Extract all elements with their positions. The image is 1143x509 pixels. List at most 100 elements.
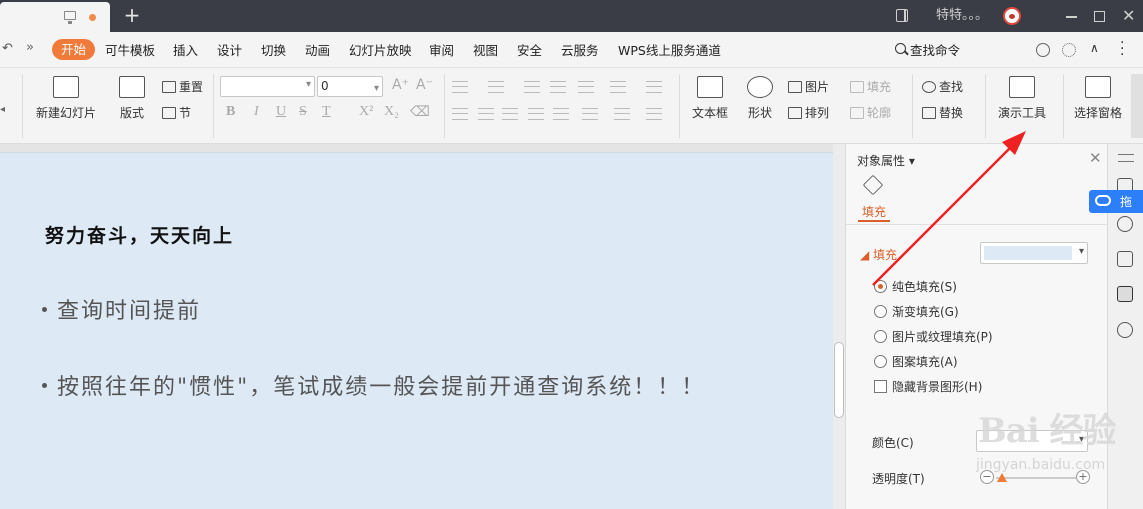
- arrange-button[interactable]: 排列: [788, 104, 829, 122]
- bold-icon[interactable]: B: [226, 104, 235, 120]
- gradient-fill-radio[interactable]: [874, 305, 887, 318]
- hide-background-checkbox[interactable]: [874, 380, 887, 393]
- justify-icon[interactable]: [528, 108, 544, 120]
- menu-item-view[interactable]: 视图: [473, 41, 498, 60]
- slide[interactable]: 努力奋斗，天天向上 查询时间提前 按照往年的"惯性"，笔试成绩一般会提前开通查询…: [0, 152, 833, 509]
- ribbon-scroll-right[interactable]: [1131, 74, 1143, 138]
- ribbon: ◂ 新建幻灯片 版式 重置 节 0 A⁺ A⁻ B I U S T X² X₂ …: [0, 68, 1143, 144]
- menu-item-slideshow[interactable]: 幻灯片放映: [349, 41, 412, 60]
- bullets-icon[interactable]: [452, 81, 468, 93]
- editing-canvas[interactable]: 努力奋斗，天天向上 查询时间提前 按照往年的"惯性"，笔试成绩一般会提前开通查询…: [0, 144, 833, 509]
- user-name[interactable]: 特特。。。: [936, 0, 988, 32]
- text-box-button[interactable]: 文本框: [686, 76, 734, 121]
- strikethrough-icon[interactable]: S: [299, 104, 307, 120]
- new-slide-button[interactable]: 新建幻灯片: [34, 76, 98, 121]
- fill-bucket-icon[interactable]: [862, 174, 884, 196]
- new-tab-button[interactable]: +: [122, 4, 142, 26]
- menu-item-transitions[interactable]: 切换: [261, 41, 286, 60]
- outline-button[interactable]: 轮廓: [850, 104, 891, 122]
- close-window-button[interactable]: ✕: [1122, 0, 1138, 32]
- increase-indent-icon[interactable]: [550, 81, 566, 93]
- solid-fill-radio[interactable]: [874, 280, 887, 293]
- layout-button[interactable]: 版式: [114, 76, 150, 121]
- line-spacing-icon[interactable]: [610, 81, 626, 93]
- vertical-align-icon[interactable]: [614, 108, 630, 120]
- bullet-item[interactable]: 按照往年的"惯性"，笔试成绩一般会提前开通查询系统！！！: [42, 369, 705, 401]
- selection-pane-button[interactable]: 选择窗格: [1072, 76, 1124, 121]
- font-color-icon[interactable]: T: [322, 104, 331, 120]
- gradient-fill-option[interactable]: 渐变填充(G): [874, 304, 959, 320]
- font-size-select[interactable]: 0: [317, 76, 383, 98]
- font-grow-icon[interactable]: A⁺: [392, 77, 409, 93]
- share-icon[interactable]: [1117, 216, 1133, 232]
- subscript-icon[interactable]: X₂: [384, 104, 399, 120]
- ribbon-scroll-left-icon[interactable]: ◂: [0, 104, 5, 115]
- pattern-fill-radio[interactable]: [874, 355, 887, 368]
- decrease-indent-icon[interactable]: [524, 81, 540, 93]
- tab-fill[interactable]: 填充: [862, 203, 886, 220]
- reading-mode-icon[interactable]: [896, 9, 908, 22]
- menu-item-insert[interactable]: 插入: [173, 41, 198, 60]
- menu-item-review[interactable]: 审阅: [429, 41, 454, 60]
- find-button[interactable]: 查找: [922, 78, 963, 96]
- paragraph-settings-icon[interactable]: [646, 108, 662, 120]
- font-shrink-icon[interactable]: A⁻: [416, 77, 433, 93]
- more-menu-icon[interactable]: »: [26, 40, 34, 55]
- side-menu-icon[interactable]: [1118, 154, 1134, 162]
- vertical-scrollbar[interactable]: [833, 144, 845, 509]
- search-command[interactable]: 查找命令: [910, 41, 960, 60]
- minimize-button[interactable]: [1064, 0, 1080, 32]
- baidu-cloud-popup[interactable]: 拖: [1089, 190, 1143, 213]
- font-family-select[interactable]: [220, 76, 315, 97]
- menu-item-wps-online[interactable]: WPS线上服务通道: [618, 41, 721, 60]
- distribute-icon[interactable]: [553, 108, 569, 120]
- menu-item-animations[interactable]: 动画: [305, 41, 330, 60]
- menu-item-design[interactable]: 设计: [217, 41, 242, 60]
- slide-title[interactable]: 努力奋斗，天天向上: [45, 221, 234, 248]
- align-center-icon[interactable]: [478, 108, 494, 120]
- history-icon[interactable]: [1117, 322, 1133, 338]
- maximize-button[interactable]: [1092, 0, 1106, 32]
- presentation-tools-button[interactable]: 演示工具: [993, 76, 1051, 121]
- properties-icon[interactable]: [1117, 286, 1133, 302]
- menu-item-templates[interactable]: 可牛模板: [105, 41, 155, 60]
- solid-fill-option[interactable]: 纯色填充(S): [874, 279, 957, 295]
- animation-icon[interactable]: [1117, 251, 1133, 267]
- clear-format-icon[interactable]: ⌫: [410, 104, 430, 121]
- paragraph-spacing-icon[interactable]: [582, 108, 598, 120]
- numbering-icon[interactable]: [488, 81, 504, 93]
- search-icon[interactable]: [895, 43, 906, 54]
- avatar[interactable]: [1003, 7, 1021, 25]
- reset-button[interactable]: 重置: [162, 78, 203, 96]
- menu-item-security[interactable]: 安全: [517, 41, 542, 60]
- fill-button[interactable]: 填充: [850, 78, 891, 96]
- pattern-fill-option[interactable]: 图案填充(A): [874, 354, 958, 370]
- bullet-item[interactable]: 查询时间提前: [42, 293, 201, 325]
- picture-fill-radio[interactable]: [874, 330, 887, 343]
- picture-fill-option[interactable]: 图片或纹理填充(P): [874, 329, 993, 345]
- smiley-icon[interactable]: [1036, 43, 1050, 57]
- panel-close-icon[interactable]: ✕: [1089, 149, 1102, 167]
- superscript-icon[interactable]: X²: [359, 104, 373, 120]
- align-right-icon[interactable]: [502, 108, 518, 120]
- gear-icon[interactable]: [1062, 43, 1076, 57]
- underline-icon[interactable]: U: [276, 104, 286, 120]
- menu-item-cloud[interactable]: 云服务: [561, 41, 599, 60]
- picture-button[interactable]: 图片: [788, 78, 829, 96]
- panel-title[interactable]: 对象属性 ▾: [857, 152, 915, 169]
- replace-button[interactable]: 替换: [922, 104, 963, 122]
- text-direction-icon[interactable]: [578, 81, 594, 93]
- menu-start-tab[interactable]: 开始: [52, 39, 95, 60]
- fill-section-header[interactable]: ◢ 填充: [860, 246, 897, 263]
- italic-icon[interactable]: I: [254, 104, 259, 120]
- fill-color-dropdown[interactable]: ▾: [980, 242, 1088, 264]
- undo-icon[interactable]: ↶: [2, 41, 13, 56]
- scrollbar-thumb[interactable]: [834, 342, 844, 418]
- align-left-icon[interactable]: [452, 108, 468, 120]
- document-tab[interactable]: [0, 2, 110, 32]
- section-button[interactable]: 节: [162, 104, 191, 122]
- columns-icon[interactable]: [646, 81, 662, 93]
- collapse-ribbon-icon[interactable]: ∧: [1090, 41, 1099, 55]
- shape-button[interactable]: 形状: [742, 76, 778, 121]
- more-options-icon[interactable]: · · ·: [1120, 36, 1126, 62]
